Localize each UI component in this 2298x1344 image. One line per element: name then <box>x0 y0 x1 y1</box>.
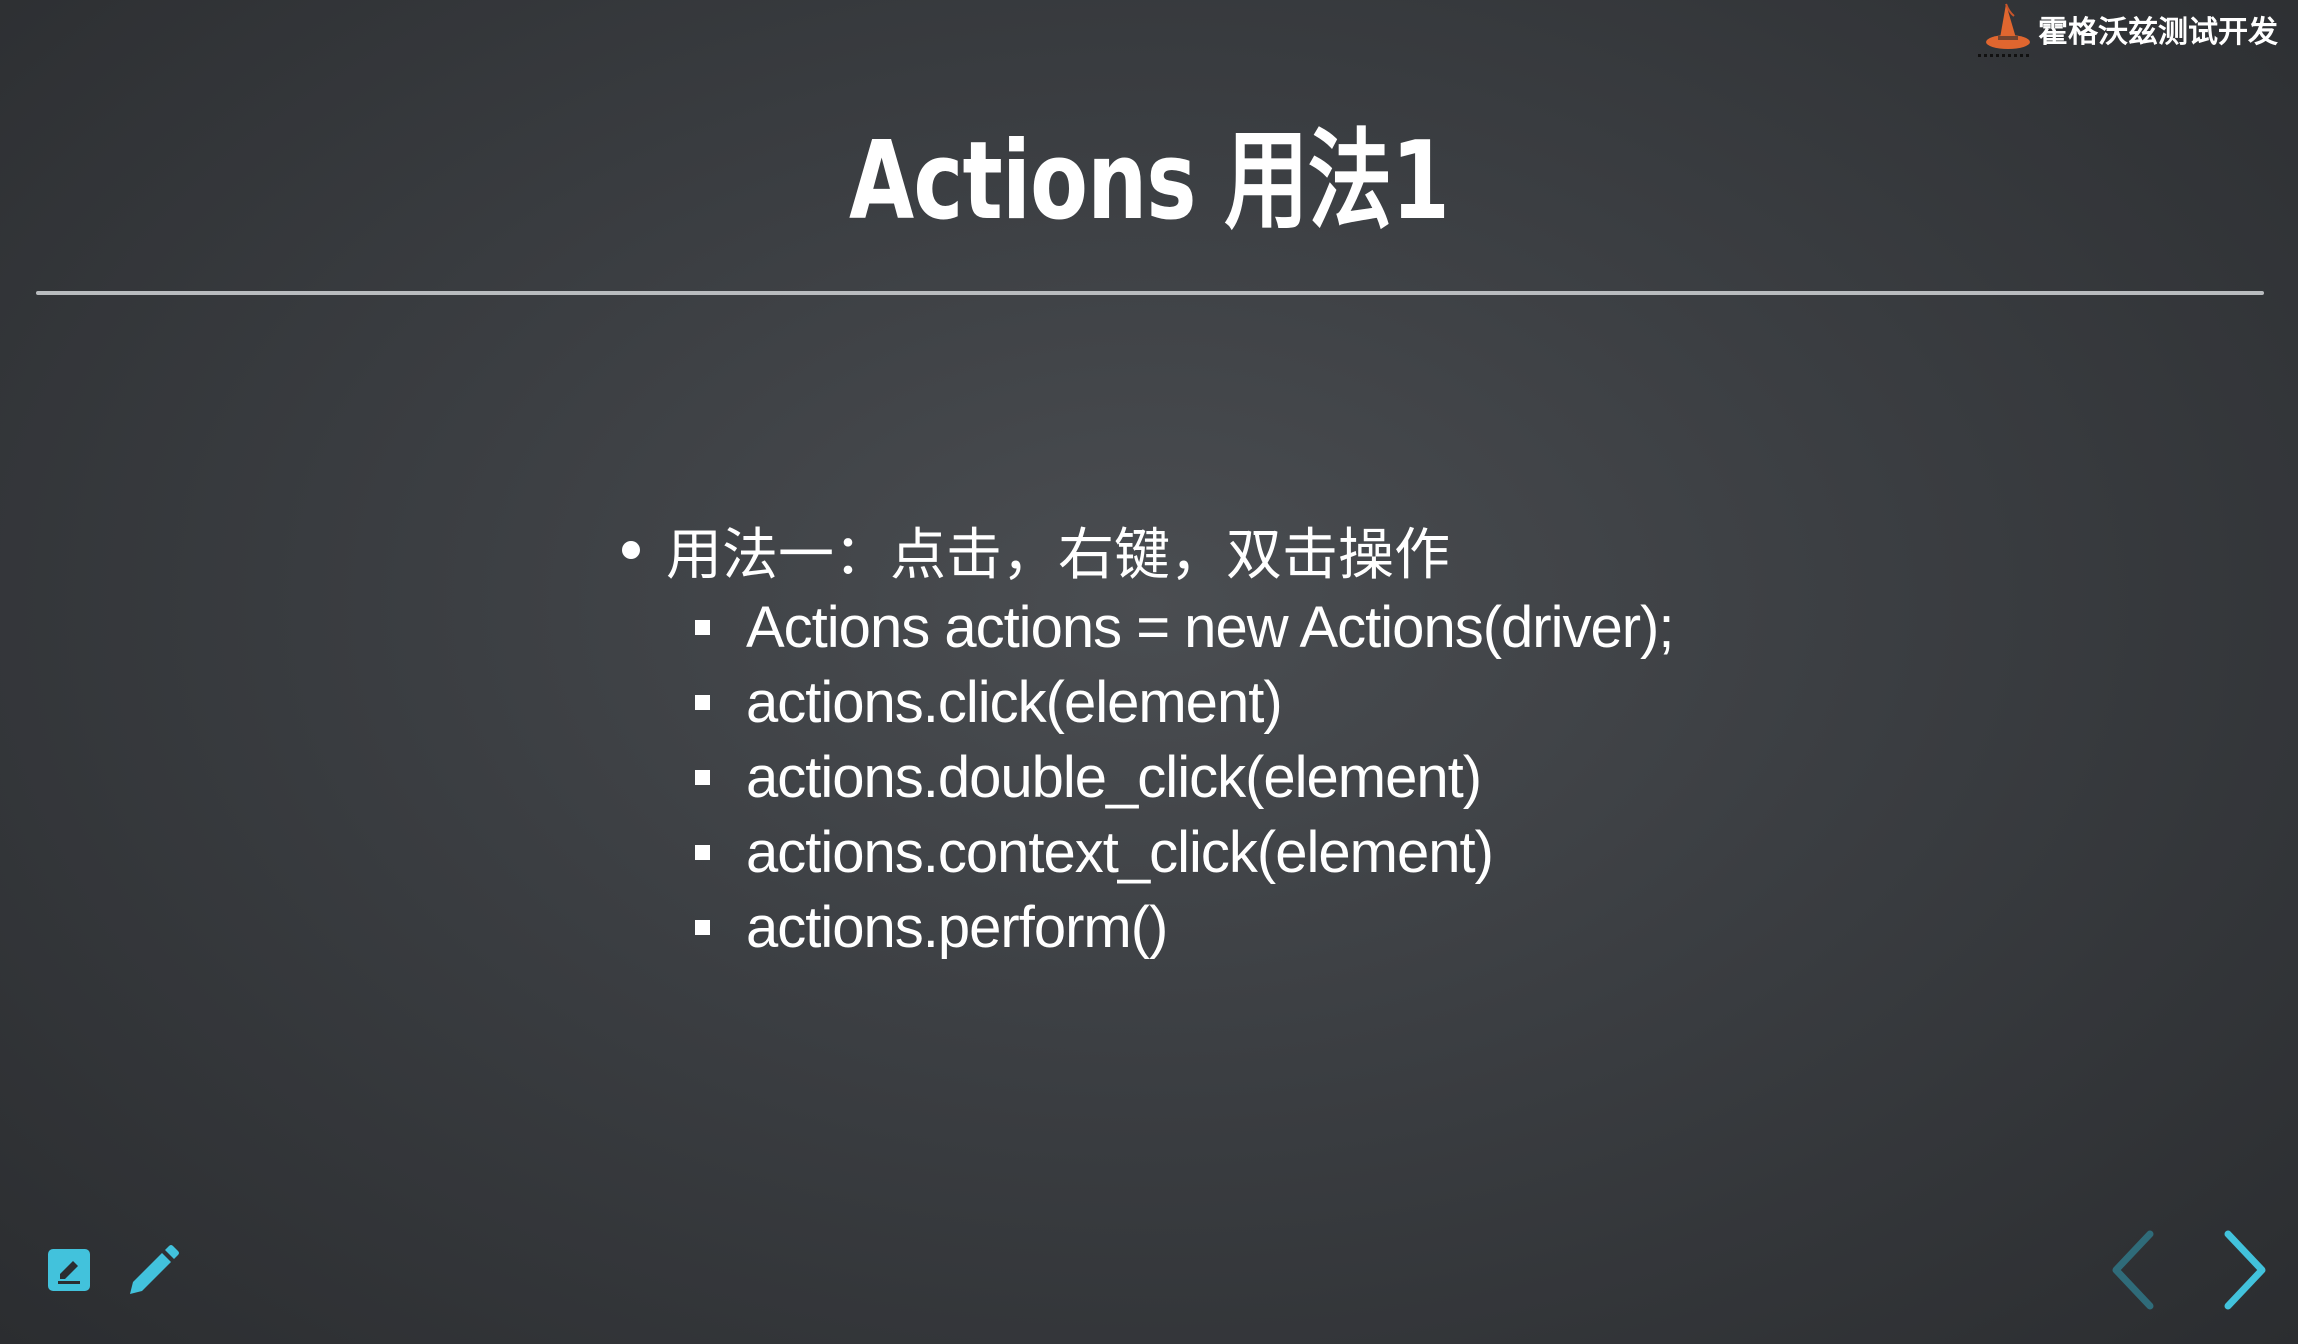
code-line: actions.double_click(element) <box>746 745 1482 810</box>
bullet-dot <box>622 541 640 559</box>
square-bullet-icon <box>695 845 710 860</box>
code-line: actions.click(element) <box>746 670 1283 735</box>
slide-title: Actions 用法1 <box>848 119 1450 244</box>
square-bullet-icon <box>695 920 710 935</box>
brand-name: 霍格沃兹测试开发 <box>2038 15 2278 50</box>
code-line: Actions actions = new Actions(driver); <box>746 595 1674 660</box>
sub-bullet-item: actions.perform() <box>610 890 2110 965</box>
speaker-notes-button[interactable] <box>46 1247 96 1297</box>
code-line: actions.perform() <box>746 895 1168 960</box>
wizard-hat-icon <box>1978 3 2030 57</box>
sub-bullet-item: Actions actions = new Actions(driver); <box>610 590 2110 665</box>
chevron-left-icon <box>2112 1230 2154 1310</box>
speaker-notes-icon <box>48 1249 90 1291</box>
pencil-icon <box>130 1245 179 1294</box>
sub-bullet-list: Actions actions = new Actions(driver); a… <box>610 590 2110 965</box>
square-bullet-icon <box>695 620 710 635</box>
brand-header: 霍格沃兹测试开发 <box>1976 2 2278 60</box>
pen-tool-button[interactable] <box>126 1244 179 1294</box>
square-bullet-icon <box>695 695 710 710</box>
next-slide-button[interactable] <box>2220 1228 2270 1312</box>
previous-slide-button[interactable] <box>2108 1228 2158 1312</box>
sub-bullet-item: actions.click(element) <box>610 665 2110 740</box>
chevron-right-icon <box>2224 1230 2266 1310</box>
sub-bullet-item: actions.context_click(element) <box>610 815 2110 890</box>
code-line: actions.context_click(element) <box>746 820 1494 885</box>
sub-bullet-item: actions.double_click(element) <box>610 740 2110 815</box>
bullet-item: 用法一：点击，右键，双击操作 <box>610 510 2110 590</box>
square-bullet-icon <box>695 770 710 785</box>
bullet-text: 用法一：点击，右键，双击操作 <box>666 522 1450 588</box>
title-divider <box>36 291 2264 295</box>
slide-content: 用法一：点击，右键，双击操作 Actions actions = new Act… <box>610 510 2110 965</box>
